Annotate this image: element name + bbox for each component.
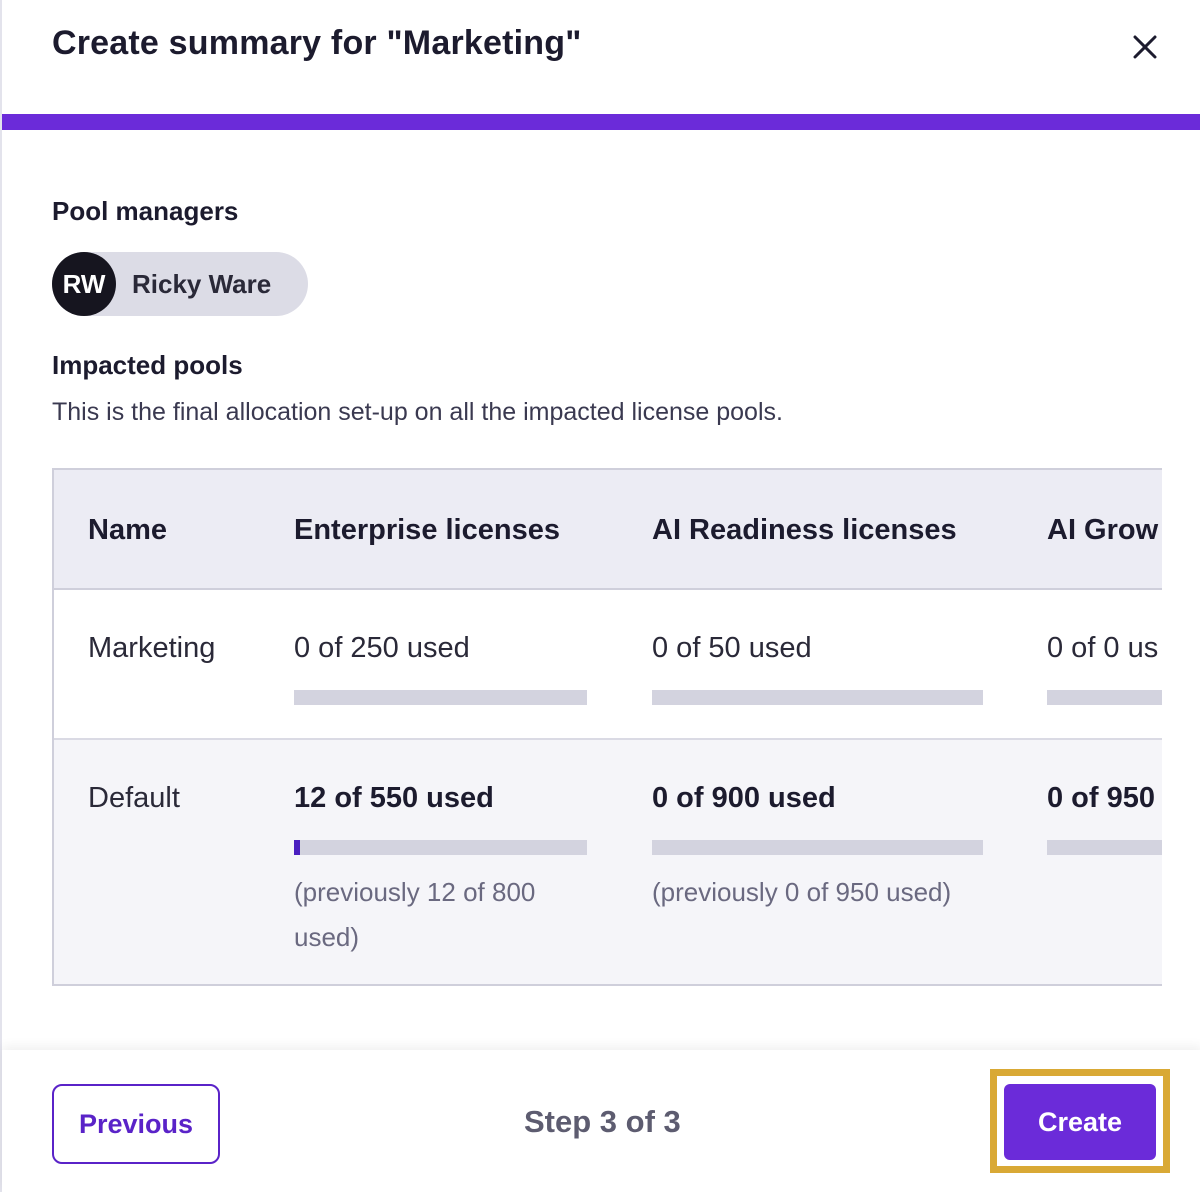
impacted-pools-description: This is the final allocation set-up on a… — [52, 398, 783, 426]
avatar: RW — [52, 252, 116, 316]
pool-name: Default — [88, 782, 180, 814]
dialog-title: Create summary for "Marketing" — [52, 24, 582, 62]
column-header-ai-readiness: AI Readiness licenses — [652, 514, 957, 546]
usage-bar-fill — [294, 840, 301, 855]
wizard-progress-bar — [2, 114, 1200, 130]
manager-chip: RW Ricky Ware — [52, 252, 308, 316]
impacted-pools-table[interactable]: Name Enterprise licenses AI Readiness li… — [52, 468, 1162, 986]
pool-managers-label: Pool managers — [52, 196, 239, 226]
impacted-pools-label: Impacted pools — [52, 350, 243, 380]
usage-bar — [294, 690, 587, 705]
previous-button[interactable]: Previous — [52, 1084, 220, 1164]
usage-text: 0 of 900 used — [652, 782, 836, 814]
previous-usage-note: (previously 0 of 950 used) — [652, 877, 952, 907]
pool-name: Marketing — [88, 632, 216, 664]
previous-usage-note: (previously 12 of 800 used) — [294, 877, 536, 952]
table-header: Name Enterprise licenses AI Readiness li… — [54, 470, 1162, 590]
usage-bar — [1047, 840, 1162, 855]
create-button[interactable]: Create — [1004, 1084, 1156, 1160]
step-indicator: Step 3 of 3 — [524, 1104, 681, 1139]
close-icon — [1133, 35, 1157, 59]
usage-bar — [1047, 690, 1162, 705]
usage-text: 0 of 0 us — [1047, 632, 1159, 664]
usage-text: 0 of 950 — [1047, 782, 1155, 814]
usage-bar — [294, 840, 587, 855]
usage-text: 0 of 50 used — [652, 632, 812, 664]
manager-name: Ricky Ware — [132, 268, 272, 299]
close-button[interactable] — [1124, 26, 1166, 68]
usage-text: 0 of 250 used — [294, 632, 470, 664]
usage-bar — [652, 690, 983, 705]
column-header-ai-grow: AI Grow — [1047, 514, 1159, 546]
column-header-name: Name — [88, 514, 167, 546]
dialog-footer: Previous Step 3 of 3 Create — [2, 1050, 1200, 1192]
usage-text: 12 of 550 used — [294, 782, 494, 814]
create-summary-dialog: Create summary for "Marketing" Pool mana… — [0, 0, 1200, 1192]
table-row: Marketing 0 of 250 used 0 of 50 used 0 o… — [54, 590, 1162, 740]
usage-bar — [652, 840, 983, 855]
dialog-header: Create summary for "Marketing" — [2, 0, 1200, 116]
column-header-enterprise: Enterprise licenses — [294, 514, 560, 546]
table-row: Default 12 of 550 used (previously 12 of… — [54, 740, 1162, 984]
